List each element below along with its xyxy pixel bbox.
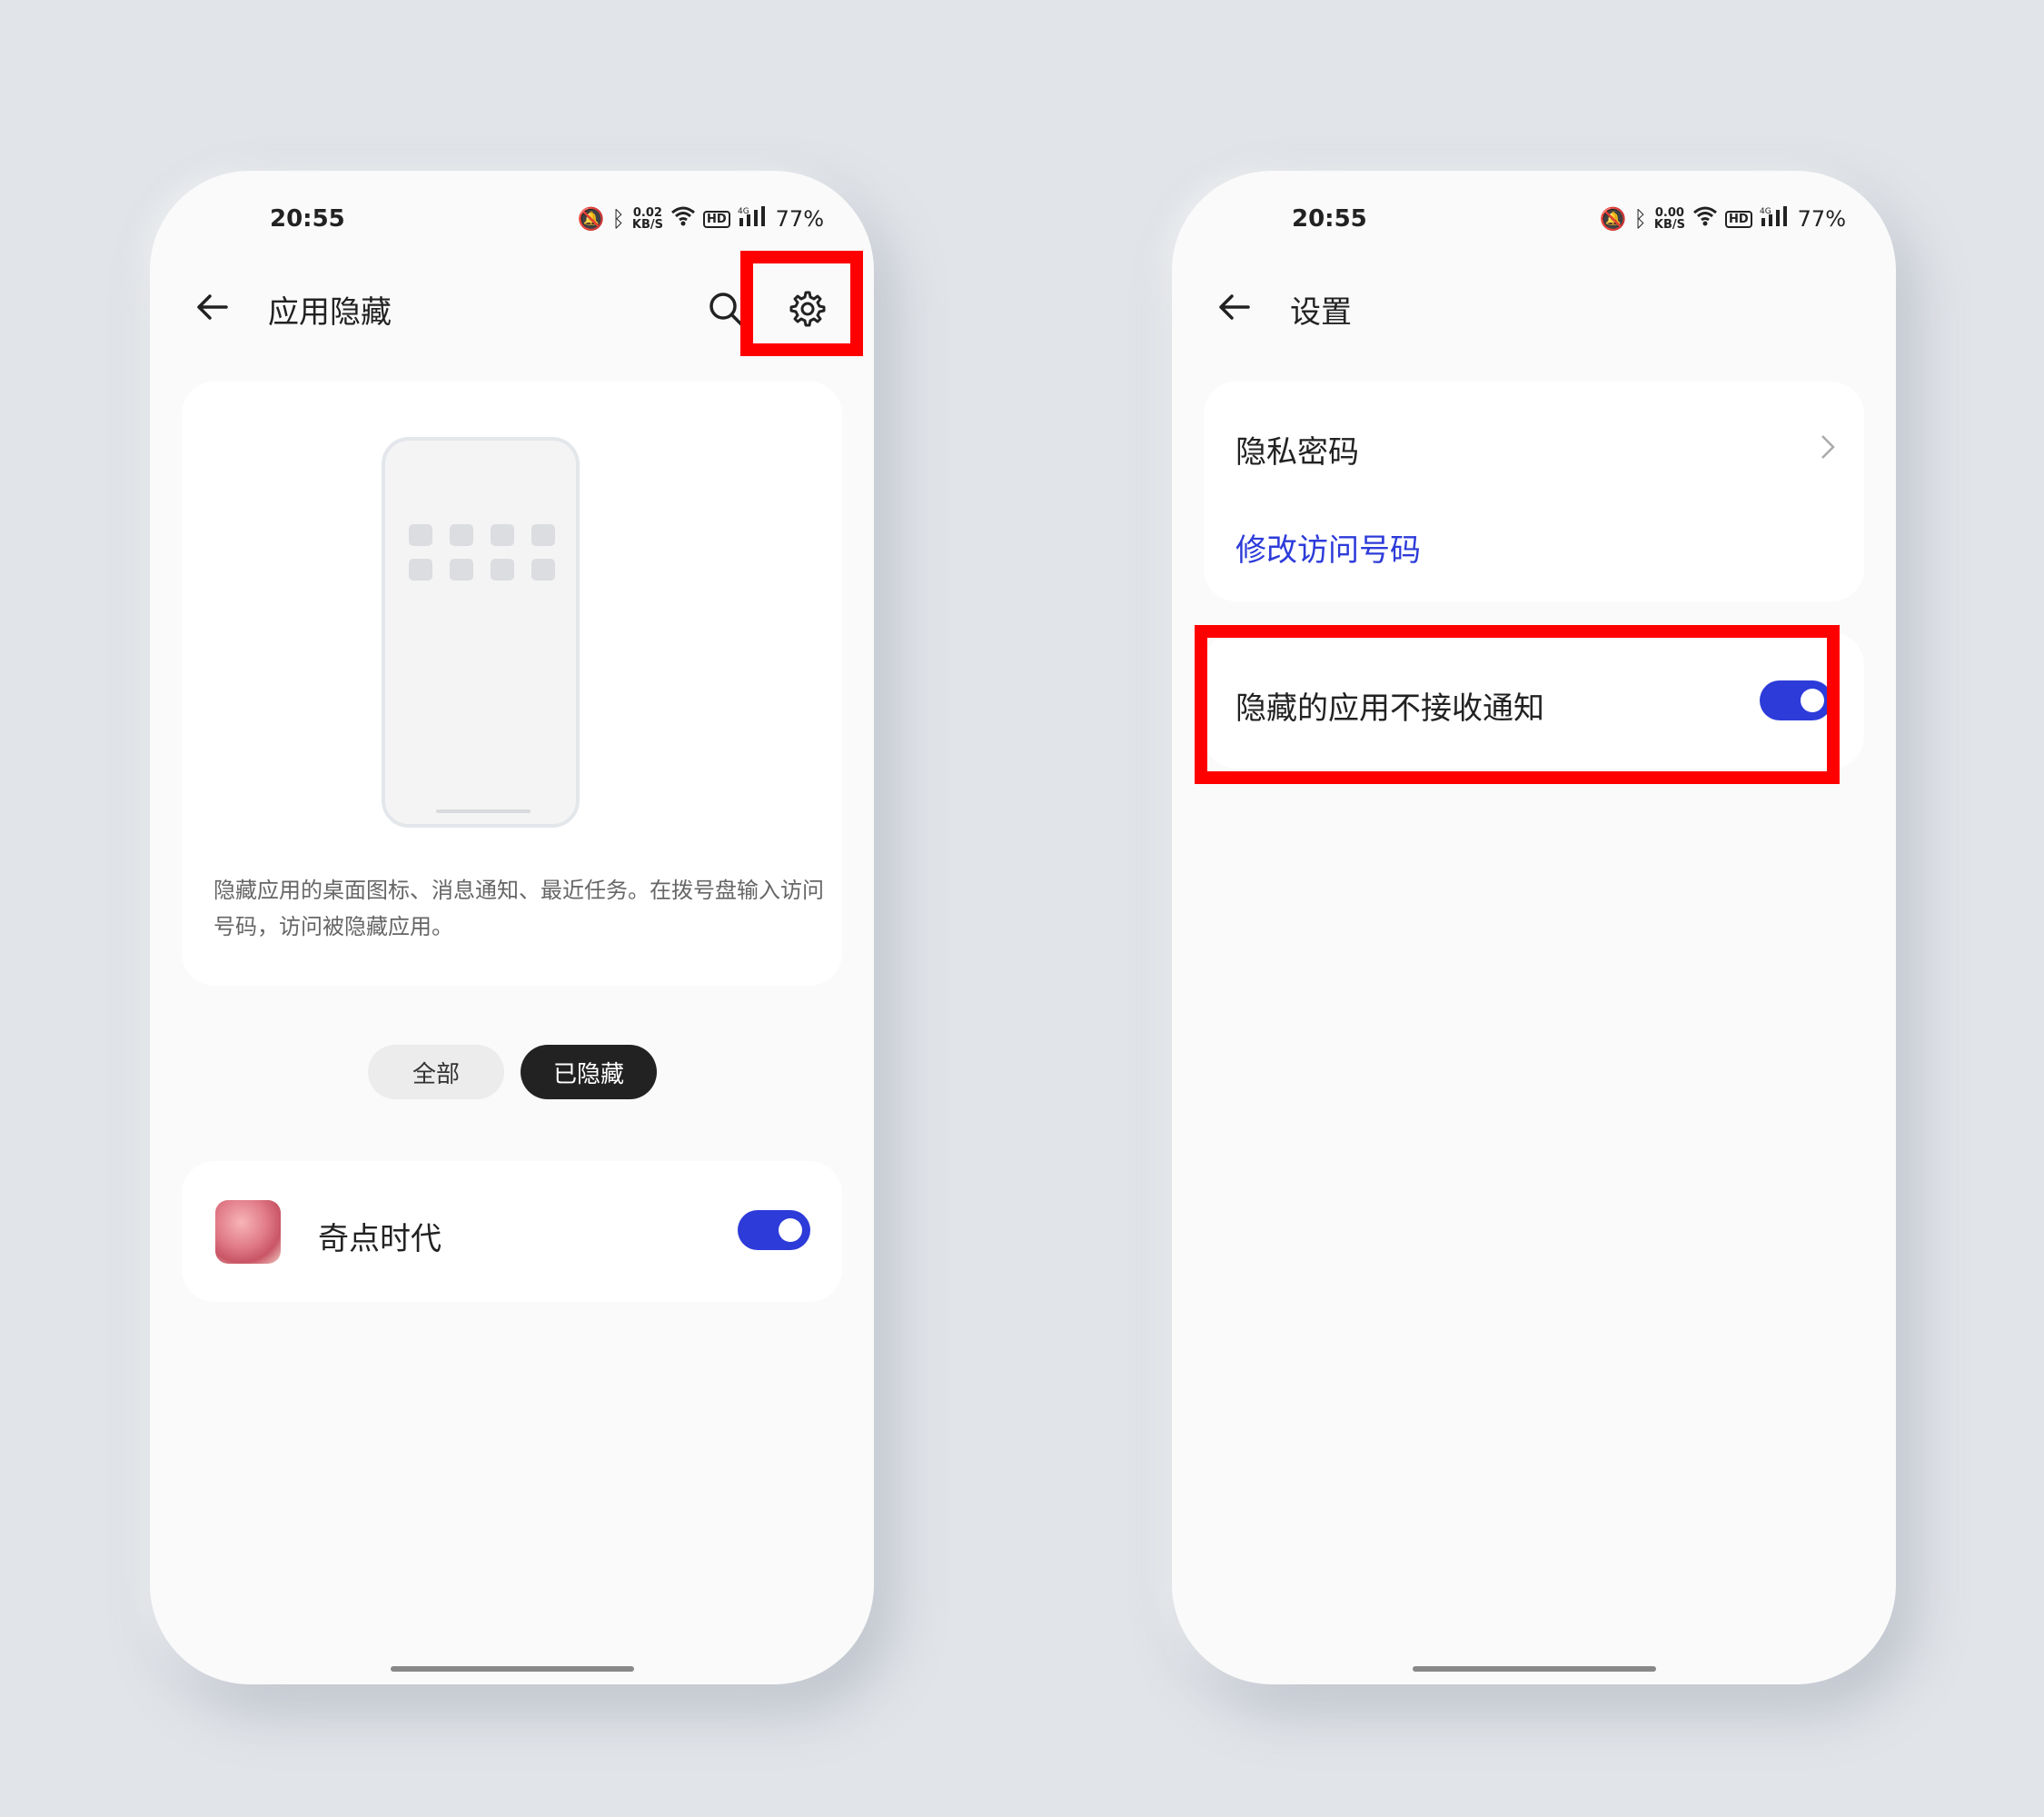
network-speed: 0.02 KB/S: [631, 206, 663, 232]
mute-bell-icon: 🔕: [577, 206, 605, 232]
signal-icon: 4G: [1760, 205, 1791, 233]
filter-hidden-chip[interactable]: 已隐藏: [521, 1045, 657, 1099]
wifi-icon: [1692, 206, 1718, 232]
bluetooth-icon: ᛒ: [611, 206, 625, 232]
app-icon: [215, 1200, 281, 1264]
signal-icon: 4G: [738, 205, 769, 233]
mute-bell-icon: 🔕: [1599, 206, 1627, 232]
status-icons: 🔕 ᛒ 0.02 KB/S HD 4G 77%: [578, 205, 824, 233]
wifi-icon: [670, 206, 696, 232]
home-indicator: [1413, 1666, 1656, 1672]
intro-card: 隐藏应用的桌面图标、消息通知、最近任务。在拨号盘输入访问号码，访问被隐藏应用。: [182, 382, 842, 986]
phone-screen-app-hide: 20:55 🔕 ᛒ 0.02 KB/S HD 4G 77% 应用隐藏 隐藏应用的…: [150, 171, 874, 1684]
highlight-box-notification: [1195, 625, 1840, 784]
phone-screen-settings: 20:55 🔕 ᛒ 0.00 KB/S HD 4G 77% 设置 隐私密码 修改访…: [1172, 171, 1896, 1684]
back-arrow-icon[interactable]: [193, 289, 230, 325]
page-title: 应用隐藏: [268, 294, 392, 331]
filter-all-chip[interactable]: 全部: [368, 1045, 504, 1099]
page-title: 设置: [1290, 294, 1352, 331]
hd-badge: HD: [1724, 210, 1752, 228]
network-speed: 0.00 KB/S: [1653, 206, 1685, 232]
battery-level: 77%: [1797, 206, 1846, 232]
status-icons: 🔕 ᛒ 0.00 KB/S HD 4G 77%: [1600, 205, 1846, 233]
back-arrow-icon[interactable]: [1215, 289, 1252, 325]
app-hide-toggle[interactable]: [738, 1210, 810, 1250]
bluetooth-icon: ᛒ: [1633, 206, 1647, 232]
hide-description: 隐藏应用的桌面图标、消息通知、最近任务。在拨号盘输入访问号码，访问被隐藏应用。: [213, 878, 824, 939]
phone-illustration: [382, 437, 580, 828]
home-indicator: [391, 1666, 634, 1672]
app-bar: 设置: [1172, 271, 1896, 343]
highlight-box-settings: [740, 251, 863, 356]
status-time: 20:55: [1292, 205, 1367, 233]
status-time: 20:55: [270, 205, 345, 233]
chevron-right-icon: [1821, 435, 1835, 459]
battery-level: 77%: [775, 206, 824, 232]
hd-badge: HD: [702, 210, 730, 228]
change-access-code-link[interactable]: 修改访问号码: [1235, 525, 1421, 570]
app-name: 奇点时代: [318, 1221, 442, 1257]
privacy-password-item[interactable]: 隐私密码: [1235, 427, 1359, 472]
status-bar: 20:55 🔕 ᛒ 0.00 KB/S HD 4G 77%: [1172, 198, 1896, 243]
status-bar: 20:55 🔕 ᛒ 0.02 KB/S HD 4G 77%: [150, 198, 874, 243]
